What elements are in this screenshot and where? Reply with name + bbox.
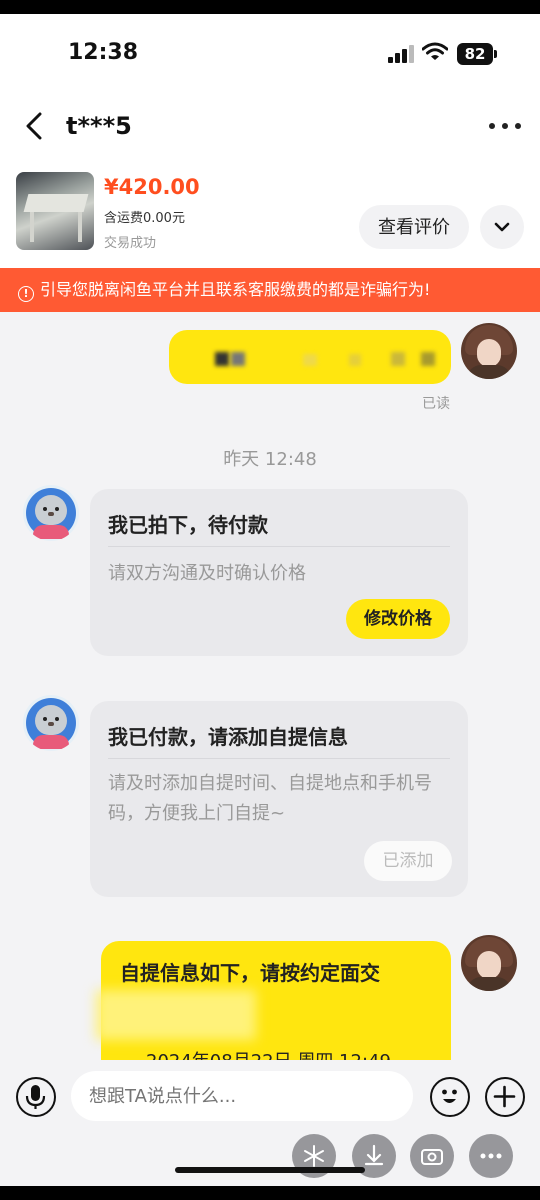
system-avatar bbox=[23, 485, 79, 541]
page-title: t***5 bbox=[66, 112, 132, 140]
blurred-content bbox=[303, 354, 317, 366]
product-thumbnail[interactable] bbox=[16, 172, 94, 250]
card-divider bbox=[108, 546, 450, 547]
deal-status: 交易成功 bbox=[104, 236, 157, 251]
more-icon[interactable] bbox=[482, 112, 528, 140]
order-card-pending[interactable]: 我已拍下，待付款 请双方沟通及时确认价格 修改价格 bbox=[90, 489, 468, 656]
system-avatar bbox=[23, 695, 79, 751]
fraud-warning-banner: ! 引导您脱离闲鱼平台并且联系客服缴费的都是诈骗行为! bbox=[0, 268, 540, 312]
order-card-paid[interactable]: 我已付款，请添加自提信息 请及时添加自提时间、自提地点和手机号码，方便我上门自提… bbox=[90, 701, 468, 897]
chat-timestamp: 昨天 12:48 bbox=[223, 449, 317, 470]
added-button[interactable]: 已添加 bbox=[364, 841, 452, 881]
chevron-down-icon bbox=[494, 222, 510, 232]
mic-icon bbox=[25, 1085, 46, 1109]
blurred-content bbox=[349, 354, 361, 366]
modify-price-button[interactable]: 修改价格 bbox=[346, 599, 450, 639]
blurred-content bbox=[421, 352, 435, 366]
camera-action-button[interactable] bbox=[410, 1134, 454, 1178]
card-divider bbox=[108, 758, 450, 759]
blurred-content bbox=[391, 352, 405, 366]
my-avatar[interactable] bbox=[461, 323, 517, 379]
top-bezel bbox=[0, 0, 540, 14]
more-dots-icon bbox=[480, 1153, 502, 1159]
card-title: 我已付款，请添加自提信息 bbox=[108, 725, 348, 749]
view-review-button[interactable]: 查看评价 bbox=[359, 205, 469, 249]
plus-button[interactable] bbox=[485, 1077, 525, 1117]
plus-icon bbox=[493, 1085, 516, 1108]
blurred-content bbox=[231, 352, 245, 366]
card-title: 我已拍下，待付款 bbox=[108, 513, 268, 537]
back-icon[interactable] bbox=[18, 108, 54, 144]
warning-icon: ! bbox=[18, 286, 34, 302]
home-indicator bbox=[175, 1167, 365, 1173]
shipping-fee: 含运费0.00元 bbox=[104, 211, 185, 226]
battery-nub bbox=[494, 50, 497, 58]
message-input[interactable] bbox=[71, 1071, 413, 1121]
wifi-icon bbox=[422, 42, 448, 60]
my-avatar[interactable] bbox=[461, 935, 517, 991]
expand-button[interactable] bbox=[480, 205, 524, 249]
bottom-bezel bbox=[0, 1186, 540, 1200]
card-description: 请双方沟通及时确认价格 bbox=[108, 563, 306, 584]
chat-screen: 12:38 82 t***5 ¥420.00 含运费0.00元 交易成功 查看评… bbox=[0, 0, 540, 1200]
product-price: ¥420.00 bbox=[104, 175, 200, 199]
status-time: 12:38 bbox=[68, 40, 139, 65]
emoji-icon bbox=[442, 1089, 457, 1103]
pickup-card-title: 自提信息如下，请按约定面交 bbox=[120, 961, 380, 985]
blurred-content bbox=[96, 990, 256, 1040]
warning-text: 引导您脱离闲鱼平台并且联系客服缴费的都是诈骗行为! bbox=[40, 280, 431, 299]
read-status: 已读 bbox=[422, 396, 450, 412]
battery-indicator: 82 bbox=[457, 43, 493, 65]
camera-icon bbox=[421, 1149, 443, 1165]
card-description: 请及时添加自提时间、自提地点和手机号码，方便我上门自提~ bbox=[108, 773, 432, 824]
more-action-button[interactable] bbox=[469, 1134, 513, 1178]
blurred-content bbox=[215, 352, 229, 366]
my-message-bubble[interactable] bbox=[169, 330, 451, 384]
mic-button[interactable] bbox=[16, 1077, 56, 1117]
emoji-button[interactable] bbox=[430, 1077, 470, 1117]
signal-icon bbox=[388, 45, 414, 63]
